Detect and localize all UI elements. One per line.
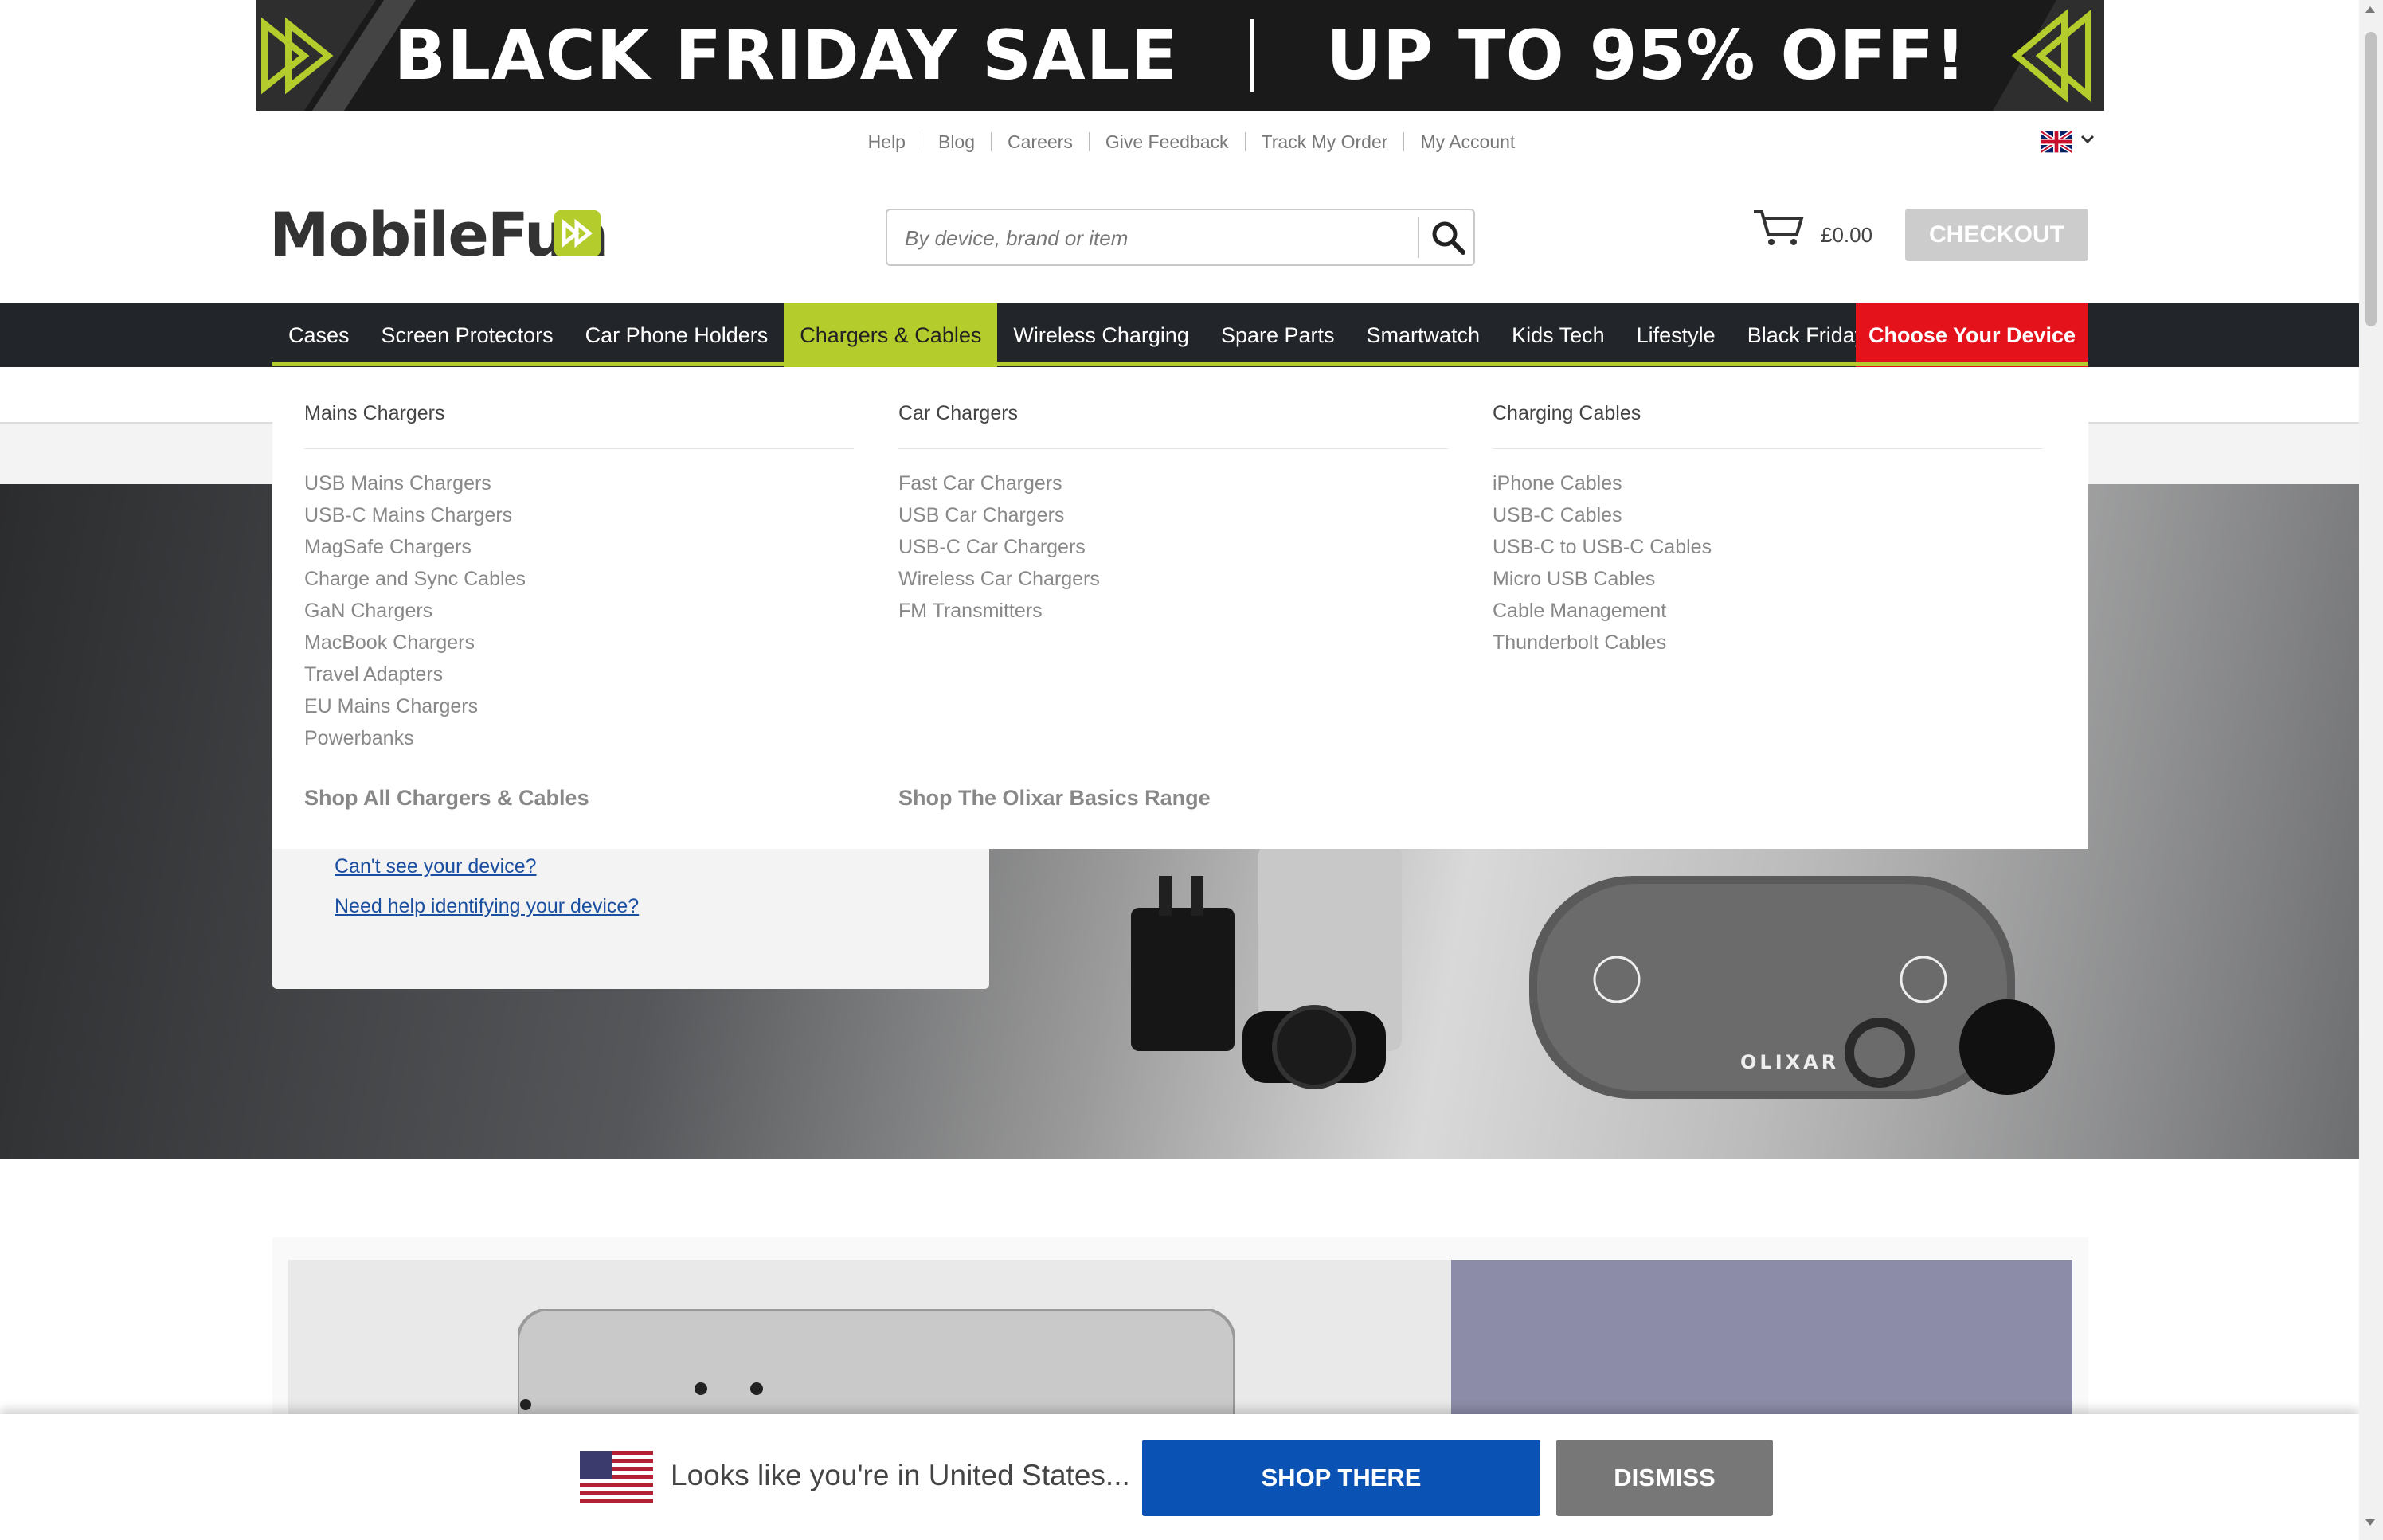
- mega-menu: Mains Chargers USB Mains Chargers USB-C …: [272, 367, 2088, 849]
- menu-column-title[interactable]: Car Chargers: [898, 402, 1018, 425]
- menu-column-title[interactable]: Charging Cables: [1493, 402, 1641, 425]
- menu-item[interactable]: USB Car Chargers: [898, 499, 1100, 531]
- banner-discount-text: UP TO 95% OFF!: [1326, 15, 1967, 96]
- my-account-link[interactable]: My Account: [1404, 132, 1531, 151]
- menu-item[interactable]: Micro USB Cables: [1493, 563, 1712, 595]
- menu-column-title[interactable]: Mains Chargers: [304, 402, 444, 425]
- search-box: [886, 209, 1475, 266]
- search-divider: [1418, 217, 1419, 258]
- dismiss-button[interactable]: DISMISS: [1556, 1440, 1773, 1516]
- menu-item[interactable]: USB Mains Chargers: [304, 467, 526, 499]
- geo-message: Looks like you're in United States...: [671, 1459, 1130, 1491]
- checkout-button[interactable]: CHECKOUT: [1905, 209, 2088, 261]
- us-flag-icon: [580, 1451, 653, 1503]
- choose-your-device-button[interactable]: Choose Your Device: [1856, 303, 2088, 367]
- shop-all-chargers-link[interactable]: Shop All Chargers & Cables: [304, 786, 589, 811]
- nav-item-wireless-charging[interactable]: Wireless Charging: [997, 303, 1205, 367]
- nav-active-underline: [272, 362, 2088, 366]
- menu-item[interactable]: Charge and Sync Cables: [304, 563, 526, 595]
- menu-item[interactable]: Powerbanks: [304, 722, 526, 754]
- menu-item[interactable]: GaN Chargers: [304, 595, 526, 627]
- menu-item[interactable]: Thunderbolt Cables: [1493, 627, 1712, 659]
- uk-flag-icon[interactable]: [2041, 131, 2072, 153]
- shop-olixar-basics-link[interactable]: Shop The Olixar Basics Range: [898, 786, 1211, 811]
- track-order-link[interactable]: Track My Order: [1246, 132, 1405, 151]
- nav-item-screen-protectors[interactable]: Screen Protectors: [366, 303, 569, 367]
- banner-divider: [1250, 18, 1255, 92]
- nav-item-spare-parts[interactable]: Spare Parts: [1205, 303, 1351, 367]
- menu-item[interactable]: EU Mains Chargers: [304, 690, 526, 722]
- menu-item[interactable]: MagSafe Chargers: [304, 531, 526, 563]
- scroll-down-arrow-icon[interactable]: [2364, 1518, 2377, 1527]
- menu-item[interactable]: FM Transmitters: [898, 595, 1100, 627]
- nav-item-cases[interactable]: Cases: [272, 303, 366, 367]
- menu-item[interactable]: Cable Management: [1493, 595, 1712, 627]
- black-friday-banner[interactable]: BLACK FRIDAY SALE UP TO 95% OFF!: [256, 0, 2104, 111]
- menu-item[interactable]: USB-C to USB-C Cables: [1493, 531, 1712, 563]
- careers-link[interactable]: Careers: [992, 132, 1090, 151]
- scrollbar-thumb[interactable]: [2365, 32, 2377, 326]
- hero-products-image: OLIXAR: [1131, 844, 2055, 1099]
- menu-column-divider: [898, 448, 1448, 449]
- menu-column-divider: [1493, 448, 2042, 449]
- olixar-brand-text: OLIXAR: [1740, 1051, 1839, 1073]
- menu-column-divider: [304, 448, 854, 449]
- menu-item[interactable]: Fast Car Chargers: [898, 467, 1100, 499]
- menu-item[interactable]: Travel Adapters: [304, 659, 526, 690]
- need-help-device-link[interactable]: Need help identifying your device?: [335, 895, 639, 918]
- scroll-up-arrow-icon[interactable]: [2364, 5, 2377, 14]
- nav-item-kids-tech[interactable]: Kids Tech: [1496, 303, 1621, 367]
- search-input[interactable]: [903, 210, 1416, 266]
- menu-item[interactable]: USB-C Cables: [1493, 499, 1712, 531]
- search-button[interactable]: [1422, 210, 1473, 264]
- shop-there-button[interactable]: SHOP THERE: [1142, 1440, 1540, 1516]
- nav-item-chargers-cables[interactable]: Chargers & Cables: [784, 303, 998, 367]
- chevron-down-icon[interactable]: [2079, 131, 2096, 148]
- device-finder-panel: Can't see your device? Need help identif…: [272, 847, 989, 989]
- give-feedback-link[interactable]: Give Feedback: [1090, 132, 1246, 151]
- search-icon: [1432, 221, 1465, 255]
- blog-link[interactable]: Blog: [922, 132, 992, 151]
- menu-item[interactable]: MacBook Chargers: [304, 627, 526, 659]
- banner-sale-text: BLACK FRIDAY SALE: [393, 15, 1179, 96]
- cant-see-device-link[interactable]: Can't see your device?: [335, 855, 537, 878]
- logo-fast-forward-icon: [554, 210, 601, 256]
- help-link[interactable]: Help: [852, 132, 922, 151]
- menu-item[interactable]: Wireless Car Chargers: [898, 563, 1100, 595]
- cart-icon[interactable]: [1752, 207, 1805, 248]
- menu-item[interactable]: USB-C Car Chargers: [898, 531, 1100, 563]
- top-links: Help Blog Careers Give Feedback Track My…: [0, 127, 2383, 156]
- nav-item-lifestyle[interactable]: Lifestyle: [1621, 303, 1731, 367]
- nav-item-car-phone-holders[interactable]: Car Phone Holders: [569, 303, 785, 367]
- cart-total[interactable]: £0.00: [1821, 223, 1872, 248]
- nav-item-smartwatch[interactable]: Smartwatch: [1351, 303, 1497, 367]
- menu-item[interactable]: iPhone Cables: [1493, 467, 1712, 499]
- menu-item[interactable]: USB-C Mains Chargers: [304, 499, 526, 531]
- main-nav: Cases Screen Protectors Car Phone Holder…: [0, 303, 2359, 367]
